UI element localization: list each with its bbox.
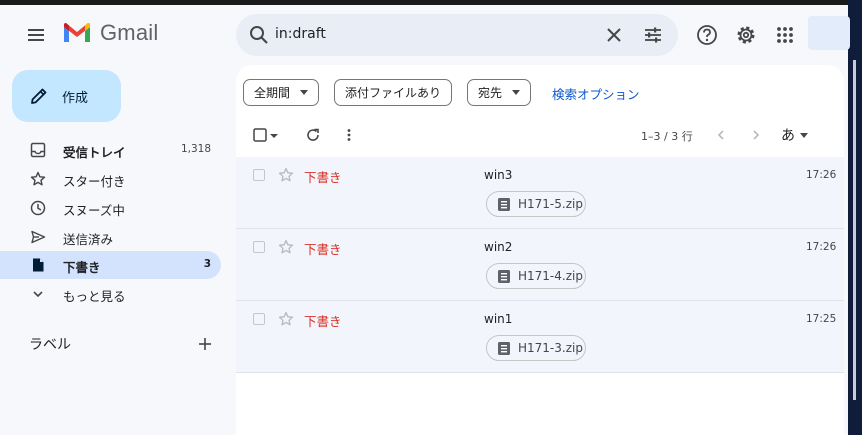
sidebar-item-label: 受信トレイ	[63, 145, 126, 160]
sidebar-item-drafts[interactable]: 下書き 3	[0, 251, 221, 279]
unread-count: 1,318	[180, 143, 211, 155]
attachment-chip[interactable]: H171-4.zip	[486, 263, 586, 289]
gmail-logo[interactable]: Gmail	[62, 20, 158, 46]
table-row[interactable]: 下書き win3 17:26 H171-5.zip	[236, 157, 844, 229]
clock-icon	[30, 200, 46, 216]
account-avatar[interactable]	[808, 16, 850, 50]
search-input[interactable]: in:draft	[275, 26, 326, 42]
sidebar-item-label: 下書き	[63, 260, 101, 275]
draft-count: 3	[203, 258, 211, 270]
zip-file-icon	[498, 342, 510, 355]
input-lang-label: あ	[781, 128, 795, 144]
sidebar-item-sent[interactable]: 送信済み	[0, 223, 221, 251]
draft-label: 下書き	[304, 170, 342, 185]
email-subject: win3	[484, 168, 513, 182]
zip-file-icon	[498, 270, 510, 283]
to-filter-chip[interactable]: 宛先	[467, 79, 532, 106]
chip-label: 宛先	[478, 86, 503, 100]
close-icon[interactable]	[604, 25, 624, 45]
mail-list-panel: 全期間 添付ファイルあり 宛先 検索オプション 1–3 / 3 行 あ 下書き	[236, 65, 844, 435]
chevron-left-icon[interactable]	[713, 127, 729, 143]
settings-gear-icon[interactable]	[735, 24, 757, 46]
window-frame-top	[0, 0, 862, 5]
sidebar-item-label: もっと見る	[63, 289, 126, 304]
sidebar-item-label: スター付き	[63, 174, 126, 189]
star-icon[interactable]	[278, 239, 294, 255]
more-vert-icon[interactable]	[341, 127, 357, 143]
search-icon[interactable]	[248, 24, 270, 46]
attachment-name: H171-5.zip	[518, 197, 583, 211]
advanced-search-link[interactable]: 検索オプション	[552, 84, 640, 103]
email-subject: win2	[484, 240, 513, 254]
attachment-filter-chip[interactable]: 添付ファイルあり	[334, 79, 453, 106]
pagination-text: 1–3 / 3 行	[641, 130, 693, 143]
sidebar-item-more[interactable]: もっと見る	[0, 280, 221, 308]
attachment-chip[interactable]: H171-3.zip	[486, 335, 586, 361]
zip-file-icon	[498, 198, 510, 211]
email-time: 17:25	[806, 313, 837, 325]
row-checkbox[interactable]	[253, 169, 265, 181]
gmail-m-icon	[64, 23, 90, 42]
star-icon[interactable]	[278, 167, 294, 183]
pencil-icon	[31, 88, 47, 104]
inbox-icon	[30, 142, 46, 158]
attachment-name: H171-4.zip	[518, 269, 583, 283]
send-icon	[31, 230, 46, 244]
help-icon[interactable]	[696, 24, 718, 46]
caret-down-icon	[512, 90, 521, 95]
star-icon[interactable]	[278, 311, 294, 327]
window-frame-right	[848, 0, 862, 435]
caret-down-icon	[800, 132, 808, 138]
email-subject: win1	[484, 312, 513, 326]
row-checkbox[interactable]	[253, 313, 265, 325]
star-icon	[30, 171, 46, 186]
row-checkbox[interactable]	[253, 241, 265, 253]
draft-icon	[33, 258, 44, 272]
attachment-chip[interactable]: H171-5.zip	[486, 191, 586, 217]
attachment-name: H171-3.zip	[518, 341, 583, 355]
search-options-icon[interactable]	[643, 25, 663, 45]
chip-label: 添付ファイルあり	[345, 86, 442, 100]
draft-label: 下書き	[304, 242, 342, 257]
sidebar-item-starred[interactable]: スター付き	[0, 165, 221, 193]
compose-button[interactable]: 作成	[12, 70, 121, 122]
email-time: 17:26	[806, 169, 837, 181]
labels-heading: ラベル	[29, 337, 71, 353]
sidebar-item-snoozed[interactable]: スヌーズ中	[0, 194, 221, 222]
compose-label: 作成	[62, 91, 89, 106]
chevron-right-icon[interactable]	[748, 127, 764, 143]
date-filter-chip[interactable]: 全期間	[243, 79, 320, 106]
select-all-checkbox[interactable]	[252, 127, 268, 143]
chip-label: 全期間	[254, 86, 291, 100]
input-tools-button[interactable]: あ	[781, 125, 808, 145]
draft-label: 下書き	[304, 314, 342, 329]
search-bar[interactable]: in:draft	[236, 14, 678, 56]
refresh-icon[interactable]	[305, 127, 321, 143]
apps-grid-icon[interactable]	[774, 24, 796, 46]
plus-icon[interactable]	[197, 336, 213, 352]
caret-down-icon	[300, 90, 309, 95]
table-row[interactable]: 下書き win2 17:26 H171-4.zip	[236, 229, 844, 301]
email-time: 17:26	[806, 241, 837, 253]
sidebar-item-label: スヌーズ中	[63, 203, 125, 218]
select-caret-icon[interactable]	[268, 127, 280, 143]
table-row[interactable]: 下書き win1 17:25 H171-3.zip	[236, 301, 844, 373]
sidebar-item-label: 送信済み	[63, 232, 114, 247]
menu-icon[interactable]	[26, 25, 46, 45]
chevron-down-icon	[33, 291, 43, 298]
sidebar-item-inbox[interactable]: 受信トレイ 1,318	[0, 136, 221, 164]
app-name: Gmail	[100, 20, 159, 45]
